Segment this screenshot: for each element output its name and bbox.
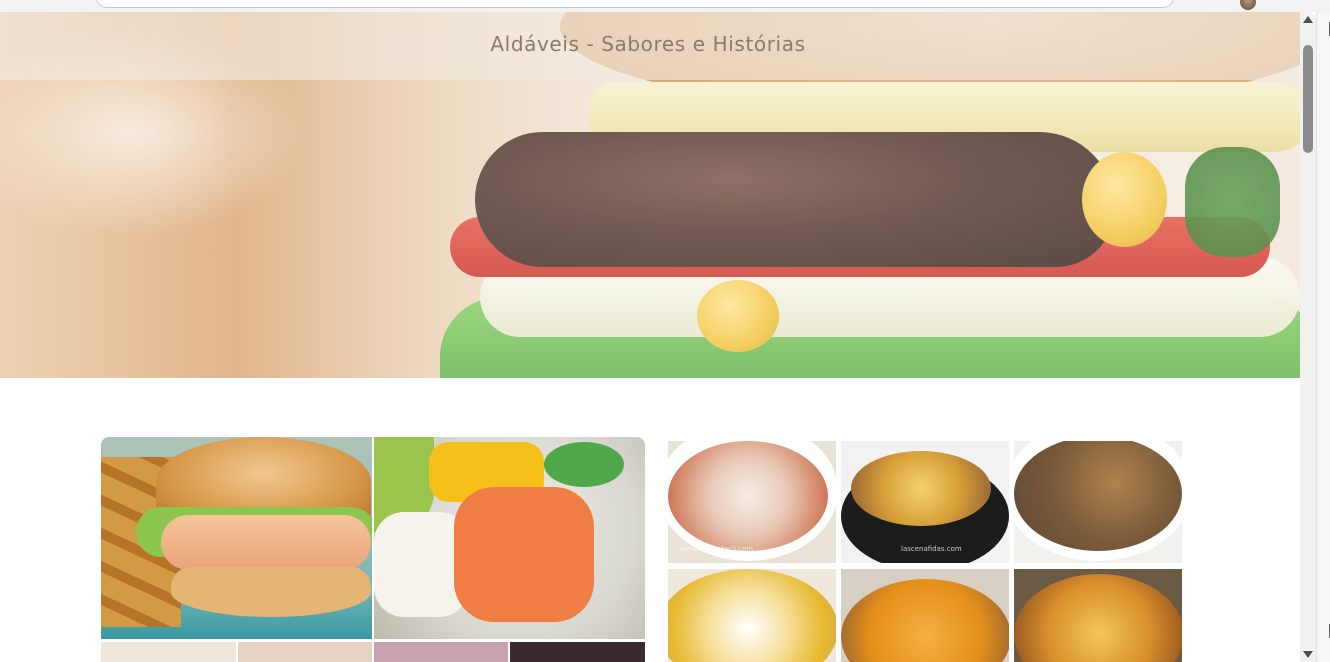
gallery-tile-thumb[interactable] [374, 642, 508, 662]
scroll-thumb[interactable] [1303, 45, 1313, 153]
gallery-right: www.cocinafacil.com lascenafidas.com [668, 441, 1182, 662]
scroll-down-arrow-icon[interactable] [1303, 651, 1313, 658]
browser-side-panel [1316, 12, 1330, 662]
watermark-label: www.cocinafacil.com [680, 545, 754, 553]
scroll-up-arrow-icon[interactable] [1303, 16, 1313, 23]
page-viewport: Aldáveis - Sabores e Histórias www.cocin… [0, 12, 1316, 662]
profile-avatar[interactable] [1240, 0, 1256, 10]
seafood-rice-image [841, 579, 1009, 662]
address-bar[interactable] [96, 0, 1174, 8]
gallery-tile-thumb[interactable] [510, 642, 645, 662]
gallery-tile-seafood-rice[interactable] [841, 569, 1009, 662]
gallery-tile-egg-soup[interactable] [668, 569, 836, 662]
gallery-left [101, 437, 645, 662]
watermark-label: lascenafidas.com [901, 545, 962, 553]
page-scrollbar[interactable] [1300, 12, 1316, 662]
site-title[interactable]: Aldáveis - Sabores e Histórias [0, 32, 1296, 56]
egg-soup-image [668, 569, 836, 662]
meatball-stew-image [851, 451, 991, 526]
burger-filling-image [161, 515, 371, 570]
burger-bun-bottom-image [171, 567, 371, 617]
gallery-tile-chicken-burger[interactable] [101, 437, 372, 639]
gallery-tile-lentil-stew[interactable] [1014, 441, 1182, 563]
browser-top-bar [0, 0, 1330, 12]
bean-stew-image [668, 441, 828, 551]
lentil-stew-image [1014, 441, 1182, 551]
gallery-tile-meat-stew[interactable] [1014, 569, 1182, 662]
hero-banner: Aldáveis - Sabores e Histórias [0, 12, 1300, 378]
meat-stew-image [1014, 574, 1182, 662]
cucumber-image [544, 442, 624, 487]
salmon-image [454, 487, 594, 622]
gallery-tile-thumb[interactable] [238, 642, 372, 662]
gallery-tile-thumb[interactable] [101, 642, 236, 662]
gallery-tile-bean-stew[interactable]: www.cocinafacil.com [668, 441, 836, 563]
gallery-tile-poke-bowl[interactable] [374, 437, 645, 639]
gallery-tile-meatball-stew[interactable]: lascenafidas.com [841, 441, 1009, 563]
